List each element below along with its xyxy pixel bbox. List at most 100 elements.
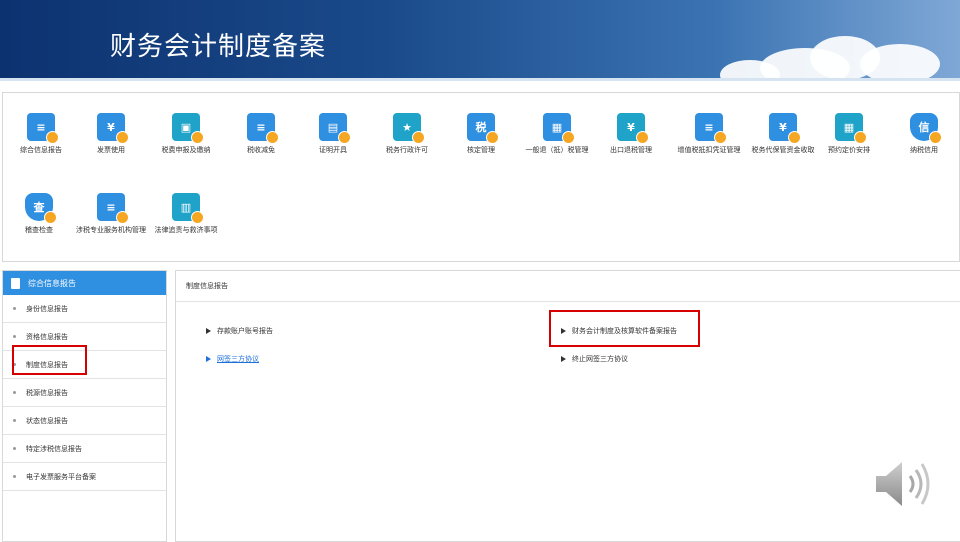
sidebar-item-label: 状态信息报告 (26, 416, 68, 425)
sidebar-item-label: 特定涉税信息报告 (26, 444, 82, 453)
title-banner: 财务会计制度备案 (0, 0, 960, 78)
badge-decoration (191, 131, 204, 144)
badge-decoration (116, 131, 129, 144)
sidebar: 综合信息报告 身份信息报告 资格信息报告 制度信息报告 税源信息报告 状态信息报… (2, 270, 167, 542)
bullet-icon (13, 391, 16, 394)
sidebar-item-label: 税源信息报告 (26, 388, 68, 397)
banner-divider (0, 78, 960, 81)
inspection-shield-icon: 查 (25, 193, 57, 224)
administrative-permit-icon: ★ (393, 113, 425, 144)
tool-label: 增值税抵扣凭证管理 (677, 146, 741, 154)
credit-shield-icon: 信 (910, 113, 942, 144)
tool-tax-assessment[interactable]: 税核定管理 (443, 113, 519, 155)
badge-decoration (44, 211, 57, 224)
badge-decoration (486, 131, 499, 144)
tax-reduction-icon: ≡ (247, 113, 279, 144)
tool-label: 税务行政许可 (386, 146, 428, 154)
tool-label: 涉税专业服务机构管理 (76, 226, 146, 234)
fund-custody-icon: ¥ (769, 113, 801, 144)
tool-administrative-permit[interactable]: ★ 税务行政许可 (369, 113, 445, 155)
tool-document-person[interactable]: ≡ 综合信息报告 (3, 113, 79, 155)
link-label: 网签三方协议 (217, 355, 259, 363)
badge-decoration (116, 211, 129, 224)
play-arrow-icon (206, 356, 211, 362)
tool-export-refund[interactable]: ¥ 出口退税管理 (593, 113, 669, 155)
document-person-icon: ≡ (27, 113, 59, 144)
sidebar-item-label: 身份信息报告 (26, 304, 68, 313)
highlight-box (12, 345, 87, 375)
tool-vat-voucher[interactable]: ≡ 增值税抵扣凭证管理 (671, 113, 747, 155)
sidebar-item-label: 资格信息报告 (26, 332, 68, 341)
tool-label: 一般退（抵）税管理 (525, 146, 589, 154)
tool-label: 税务代保管资金收取 (751, 146, 815, 154)
legal-book-icon: ▥ (172, 193, 204, 224)
tool-label: 稽查检查 (25, 226, 53, 234)
badge-decoration (412, 131, 425, 144)
tool-fund-custody[interactable]: ¥ 税务代保管资金收取 (745, 113, 821, 155)
link-terminate-tripartite-agreement[interactable]: 终止网签三方协议 (561, 354, 628, 364)
speaker-icon[interactable] (872, 458, 936, 510)
cloud-decoration (860, 44, 940, 78)
badge-decoration (714, 131, 727, 144)
bullet-icon (13, 419, 16, 422)
document-icon (11, 277, 20, 289)
badge-decoration (788, 131, 801, 144)
tool-label: 综合信息报告 (20, 146, 62, 154)
tool-label: 预约定价安排 (828, 146, 870, 154)
tax-refund-icon: ▦ (543, 113, 575, 144)
tool-label: 税收减免 (247, 146, 275, 154)
sidebar-item-label: 电子发票服务平台备案 (26, 472, 96, 481)
bullet-icon (13, 307, 16, 310)
tool-calendar-pricing[interactable]: ▦ 预约定价安排 (811, 113, 887, 155)
sidebar-item-status[interactable]: 状态信息报告 (3, 407, 166, 435)
tax-assessment-icon: 税 (467, 113, 499, 144)
tax-declaration-icon: ▣ (172, 113, 204, 144)
tool-tax-reduction[interactable]: ≡ 税收减免 (223, 113, 299, 155)
folder-certificate-icon: ▤ (319, 113, 351, 144)
service-toolbar: ≡ 综合信息报告 ¥ 发票使用 ▣ 税费申报及缴纳 ≡ 税收减免 ▤ 证明开具 ★ 税务行政许可 税核定… (2, 92, 960, 262)
tool-label: 税费申报及缴纳 (161, 146, 211, 154)
sidebar-item-tax-source[interactable]: 税源信息报告 (3, 379, 166, 407)
highlight-box (549, 310, 700, 347)
sidebar-header[interactable]: 综合信息报告 (3, 271, 166, 295)
play-arrow-icon (206, 328, 211, 334)
tool-label: 法律追责与救济事项 (154, 226, 218, 234)
tool-label: 核定管理 (467, 146, 495, 154)
tool-inspection-shield[interactable]: 查稽查检查 (1, 193, 77, 235)
badge-decoration (191, 211, 204, 224)
sidebar-item-specific-tax[interactable]: 特定涉税信息报告 (3, 435, 166, 463)
link-label: 存款账户账号报告 (217, 327, 273, 335)
badge-decoration (46, 131, 59, 144)
tool-invoice[interactable]: ¥ 发票使用 (73, 113, 149, 155)
tool-label: 出口退税管理 (610, 146, 652, 154)
sidebar-header-label: 综合信息报告 (28, 278, 76, 288)
sidebar-item-identity[interactable]: 身份信息报告 (3, 295, 166, 323)
page-title: 财务会计制度备案 (110, 32, 327, 62)
calendar-pricing-icon: ▦ (835, 113, 867, 144)
export-refund-icon: ¥ (617, 113, 649, 144)
tool-label: 纳税信用 (910, 146, 938, 154)
tool-agency-management[interactable]: ≡ 涉税专业服务机构管理 (73, 193, 149, 235)
tool-credit-shield[interactable]: 信纳税信用 (886, 113, 960, 155)
badge-decoration (636, 131, 649, 144)
tool-tax-refund[interactable]: ▦ 一般退（抵）税管理 (519, 113, 595, 155)
link-deposit-account-report[interactable]: 存款账户账号报告 (206, 326, 273, 336)
badge-decoration (338, 131, 351, 144)
play-arrow-icon (561, 356, 566, 362)
bullet-icon (13, 475, 16, 478)
badge-decoration (854, 131, 867, 144)
bullet-icon (13, 447, 16, 450)
invoice-icon: ¥ (97, 113, 129, 144)
badge-decoration (929, 131, 942, 144)
tool-label: 证明开具 (319, 146, 347, 154)
tool-folder-certificate[interactable]: ▤ 证明开具 (295, 113, 371, 155)
tool-legal-book[interactable]: ▥ 法律追责与救济事项 (148, 193, 224, 235)
link-label: 终止网签三方协议 (572, 355, 628, 363)
link-tripartite-agreement[interactable]: 网签三方协议 (206, 354, 259, 364)
sidebar-item-e-invoice[interactable]: 电子发票服务平台备案 (3, 463, 166, 491)
tool-label: 发票使用 (97, 146, 125, 154)
bullet-icon (13, 335, 16, 338)
tool-tax-declaration[interactable]: ▣ 税费申报及缴纳 (148, 113, 224, 155)
vat-voucher-icon: ≡ (695, 113, 727, 144)
agency-management-icon: ≡ (97, 193, 129, 224)
